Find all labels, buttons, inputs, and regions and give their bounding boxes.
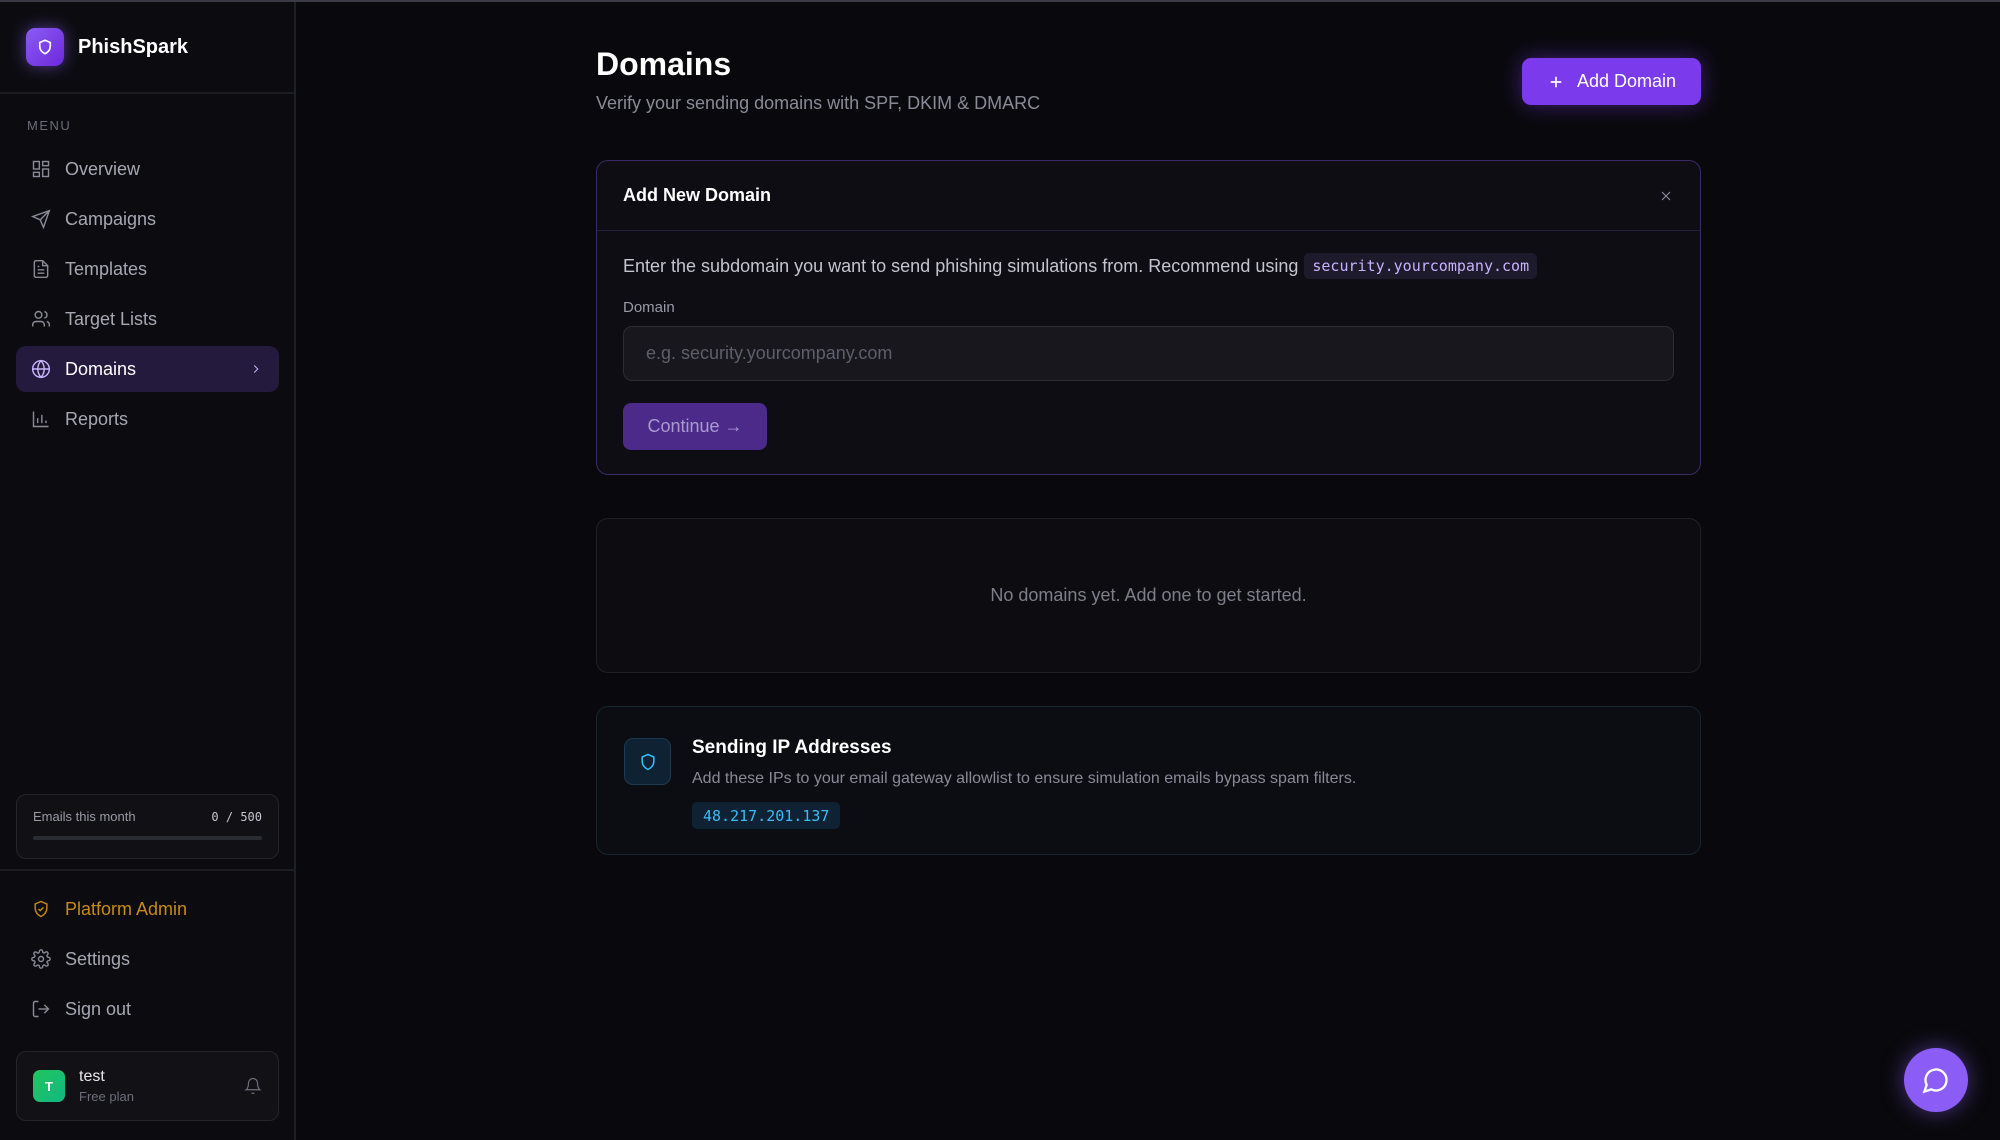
plus-icon xyxy=(1550,76,1562,87)
bell-icon[interactable] xyxy=(244,1077,262,1095)
sidebar-item-label: Target Lists xyxy=(65,308,158,329)
sidebar-item-reports[interactable]: Reports xyxy=(16,396,279,442)
ip-card-title: Sending IP Addresses xyxy=(692,737,892,758)
add-domain-button[interactable]: Add Domain xyxy=(1522,58,1701,105)
sidebar-divider xyxy=(0,869,296,871)
shield-icon xyxy=(624,738,671,785)
usage-count: 0 / 500 xyxy=(211,809,262,824)
usage-label: Emails this month xyxy=(33,809,136,824)
bar-chart-icon xyxy=(32,411,49,428)
sidebar-item-templates[interactable]: Templates xyxy=(16,246,279,292)
brand[interactable]: PhishSpark xyxy=(0,2,294,94)
chat-button[interactable] xyxy=(1904,1048,1968,1112)
continue-button[interactable]: Continue → xyxy=(623,403,767,450)
globe-icon xyxy=(31,359,51,379)
file-icon xyxy=(33,259,49,279)
sidebar-item-label: Campaigns xyxy=(65,208,157,229)
shield-logo-icon xyxy=(26,28,64,66)
gear-icon xyxy=(31,949,51,969)
bottom-nav: Platform Admin Settings Sign out xyxy=(16,886,279,1036)
sidebar: PhishSpark MENU Overview Campaigns Templ… xyxy=(0,2,296,1140)
help-text: Enter the subdomain you want to send phi… xyxy=(623,255,1299,276)
example-domain: security.yourcompany.com xyxy=(1304,253,1538,279)
usage-progress-track xyxy=(33,836,262,840)
sidebar-item-overview[interactable]: Overview xyxy=(16,146,279,192)
sidebar-item-platform-admin[interactable]: Platform Admin xyxy=(16,886,279,932)
usage-meter: Emails this month 0 / 500 xyxy=(16,794,279,859)
user-plan: Free plan xyxy=(79,1089,134,1104)
send-icon xyxy=(31,209,51,229)
user-name: test xyxy=(79,1068,105,1085)
add-domain-label: Add Domain xyxy=(1576,71,1677,91)
sidebar-item-label: Platform Admin xyxy=(65,898,188,919)
sidebar-item-label: Templates xyxy=(65,258,148,279)
domains-empty-state: No domains yet. Add one to get started. xyxy=(596,518,1701,673)
panel-title: Add New Domain xyxy=(623,185,772,205)
sidebar-item-sign-out[interactable]: Sign out xyxy=(16,986,279,1032)
chevron-right-icon xyxy=(253,365,259,373)
sidebar-item-label: Settings xyxy=(65,948,131,969)
main-nav: Overview Campaigns Templates Target List… xyxy=(16,146,279,446)
sidebar-item-label: Domains xyxy=(65,358,137,379)
sidebar-item-label: Reports xyxy=(65,408,129,429)
chat-bubble-icon xyxy=(1922,1068,1948,1094)
sidebar-item-label: Sign out xyxy=(65,998,132,1019)
sidebar-item-label: Overview xyxy=(65,158,141,179)
domain-input[interactable] xyxy=(623,326,1674,381)
page-subtitle: Verify your sending domains with SPF, DK… xyxy=(596,93,1041,113)
sidebar-item-settings[interactable]: Settings xyxy=(16,936,279,982)
sidebar-item-domains[interactable]: Domains xyxy=(16,346,279,392)
empty-message: No domains yet. Add one to get started. xyxy=(990,585,1307,605)
logout-icon xyxy=(32,1000,50,1018)
close-icon[interactable] xyxy=(1658,188,1674,204)
grid-icon xyxy=(32,160,50,178)
sidebar-item-campaigns[interactable]: Campaigns xyxy=(16,196,279,242)
add-domain-panel: Add New Domain Enter the subdomain you w… xyxy=(596,160,1701,475)
avatar: T xyxy=(33,1070,65,1102)
domain-field-label: Domain xyxy=(623,299,675,316)
brand-name: PhishSpark xyxy=(78,35,189,58)
menu-label: MENU xyxy=(27,118,72,133)
page-title: Domains xyxy=(596,46,732,82)
user-card[interactable]: T test Free plan xyxy=(16,1051,279,1121)
users-icon xyxy=(31,310,51,327)
ip-card-description: Add these IPs to your email gateway allo… xyxy=(692,770,1357,787)
ip-address[interactable]: 48.217.201.137 xyxy=(692,802,841,829)
sending-ip-card: Sending IP Addresses Add these IPs to yo… xyxy=(596,706,1701,855)
sidebar-item-target-lists[interactable]: Target Lists xyxy=(16,296,279,342)
shield-check-icon xyxy=(34,900,48,918)
